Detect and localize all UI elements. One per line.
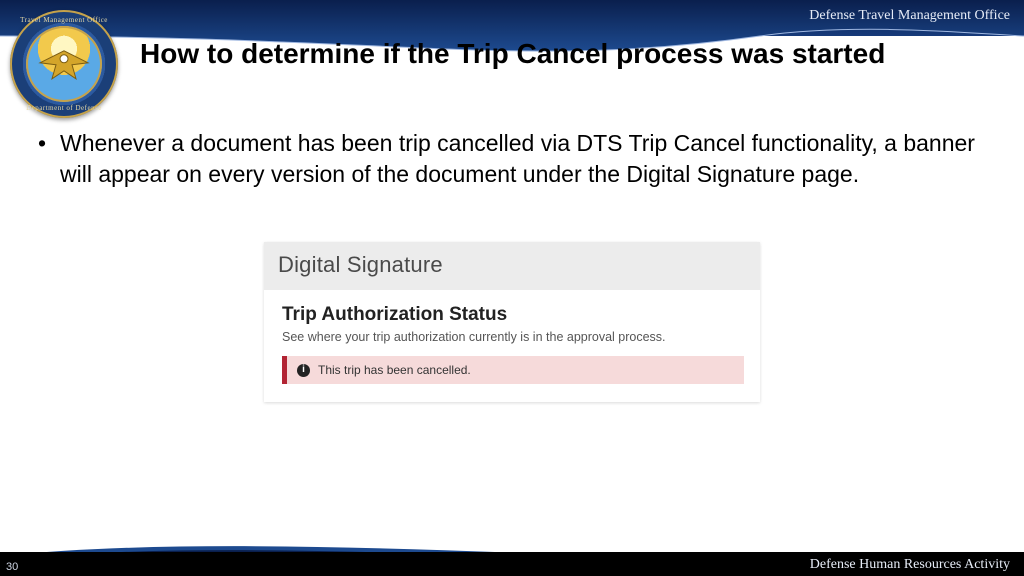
slide-title: How to determine if the Trip Cancel proc… bbox=[140, 38, 994, 70]
eagle-icon bbox=[34, 45, 94, 93]
dod-seal-logo: Travel Management Office Department of D… bbox=[10, 10, 118, 118]
seal-top-text: Travel Management Office bbox=[10, 16, 118, 24]
ds-section-header: Digital Signature bbox=[264, 242, 760, 290]
slide: Defense Travel Management Office Travel … bbox=[0, 0, 1024, 576]
bullet-item: Whenever a document has been trip cancel… bbox=[38, 128, 986, 190]
footer-org-label: Defense Human Resources Activity bbox=[810, 557, 1010, 573]
trip-cancelled-banner: i This trip has been cancelled. bbox=[282, 356, 744, 384]
alert-text: This trip has been cancelled. bbox=[318, 363, 471, 377]
page-number: 30 bbox=[6, 561, 18, 573]
slide-body: Whenever a document has been trip cancel… bbox=[38, 128, 986, 190]
info-icon: i bbox=[297, 364, 310, 377]
ds-status-subtext: See where your trip authorization curren… bbox=[282, 330, 744, 344]
ds-status-title: Trip Authorization Status bbox=[282, 304, 744, 326]
seal-bottom-text: Department of Defense bbox=[10, 104, 118, 112]
header-org-label: Defense Travel Management Office bbox=[809, 8, 1010, 24]
digital-signature-screenshot: Digital Signature Trip Authorization Sta… bbox=[264, 242, 760, 402]
